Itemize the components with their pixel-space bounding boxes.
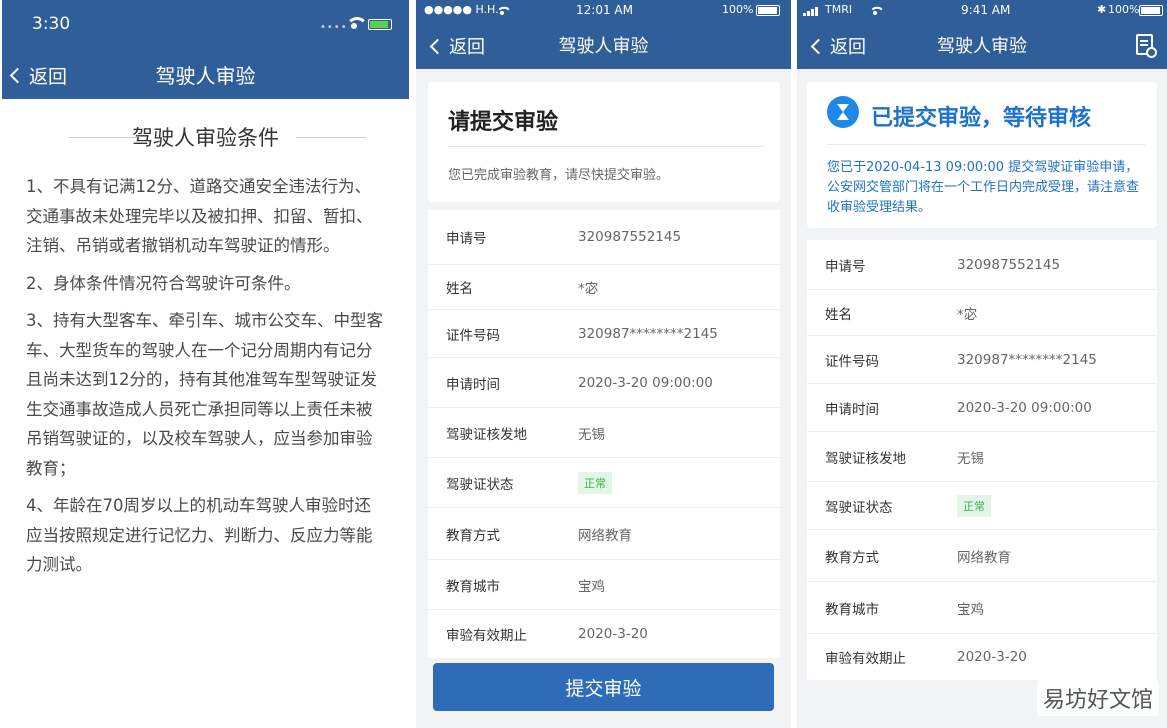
info-label: 教育城市: [446, 578, 500, 595]
panel-pending: TMRI 9:41 AM ✱ 100% 返回 驾驶人审验 已提交审验，等待审核 …: [797, 0, 1167, 728]
info-label: 教育城市: [825, 601, 879, 618]
info-row: 证件号码 320987********2145: [428, 310, 780, 358]
condition-item: 4、年龄在70周岁以上的机动车驾驶人审验时还应当按照规定进行记忆力、判断力、反应…: [26, 496, 373, 574]
info-row: 姓名 *宓: [428, 265, 780, 310]
submit-subtext: 您已完成审验教育，请尽快提交审验。: [448, 168, 670, 183]
info-row: 申请号 320987552145: [428, 210, 780, 265]
panel-submit: ●●●●● H.H. 12:01 AM 100% 返回 驾驶人审验 请提交审验 …: [416, 0, 791, 728]
submit-card: 请提交审验 您已完成审验教育，请尽快提交审验。: [428, 82, 780, 202]
page-title: 驾驶人审验: [937, 36, 1027, 57]
battery-icon: [756, 5, 780, 16]
status-time: 12:01 AM: [576, 3, 633, 17]
info-row: 姓名 *宓: [807, 290, 1157, 336]
signal-icon: [803, 6, 818, 16]
info-label: 驾驶证状态: [825, 499, 893, 516]
nav-header: ●●●●● H.H. 12:01 AM 100% 返回 驾驶人审验: [416, 0, 791, 69]
status-time: 3:30: [32, 14, 71, 34]
info-label: 证件号码: [825, 353, 879, 370]
info-row: 教育方式 网络教育: [428, 508, 780, 560]
document-clock-icon[interactable]: [1136, 34, 1157, 58]
info-value: 2020-3-20 09:00:00: [578, 374, 713, 391]
condition-item: 2、身体条件情况符合驾驶许可条件。: [26, 273, 301, 293]
info-value: 无锡: [957, 450, 984, 467]
bluetooth-icon: ✱: [1097, 3, 1107, 16]
info-value: 2020-3-20: [957, 649, 1027, 665]
wifi-icon: [496, 6, 512, 16]
divider: [448, 146, 764, 147]
conditions-title: 驾驶人审验条件: [132, 126, 279, 150]
info-label: 申请号: [446, 231, 487, 247]
watermark: 易坊好文馆: [1036, 680, 1159, 716]
status-carrier: ●●●●● H.H.: [424, 3, 499, 16]
info-row: 审验有效期止 2020-3-20: [428, 610, 780, 658]
status-badge: 正常: [578, 471, 612, 494]
info-value: 宝鸡: [578, 578, 605, 595]
info-label: 审验有效期止: [446, 628, 527, 644]
info-row: 驾驶证核发地 无锡: [807, 432, 1157, 482]
info-row: 申请时间 2020-3-20 09:00:00: [807, 384, 1157, 432]
wifi-icon: [346, 17, 368, 29]
pending-card: 已提交审验，等待审核 您已于2020-04-13 09:00:00 提交驾驶证审…: [807, 82, 1157, 228]
info-label: 教育方式: [825, 549, 879, 566]
hourglass-icon: [827, 96, 859, 128]
wifi-icon: [869, 6, 885, 16]
status-carrier: TMRI: [825, 3, 853, 16]
status-time: 9:41 AM: [961, 3, 1011, 17]
info-row: 教育城市 宝鸡: [428, 560, 780, 610]
info-value: 网络教育: [578, 527, 632, 544]
signal-dots-icon: ••••: [320, 22, 348, 33]
battery-icon: [1139, 5, 1163, 16]
submit-button[interactable]: 提交审验: [433, 663, 774, 711]
info-row: 申请时间 2020-3-20 09:00:00: [428, 358, 780, 408]
status-battery-text: 100%: [1108, 3, 1140, 16]
pending-heading: 已提交审验，等待审核: [871, 106, 1092, 131]
panel-conditions: 3:30 •••• 返回 驾驶人审验 驾驶人审验条件 1、不具有记满12分、道路…: [2, 0, 409, 728]
info-row: 驾驶证核发地 无锡: [428, 408, 780, 458]
info-label: 驾驶证核发地: [825, 450, 906, 467]
info-value: 宝鸡: [957, 601, 984, 618]
page-title: 驾驶人审验: [558, 36, 649, 57]
info-label: 教育方式: [446, 527, 500, 544]
info-row: 驾驶证状态 正常: [428, 458, 780, 508]
status-badge: 正常: [957, 494, 991, 517]
info-value: 320987********2145: [957, 351, 1097, 368]
info-list: 申请号 320987552145 姓名 *宓 证件号码 320987********2…: [428, 210, 780, 658]
info-value: *宓: [578, 281, 599, 297]
info-value: 320987552145: [578, 229, 682, 245]
status-battery-text: 100%: [722, 3, 754, 16]
info-row: 教育方式 网络教育: [807, 530, 1157, 582]
info-label: 审验有效期止: [825, 651, 906, 667]
nav-header: 3:30 •••• 返回 驾驶人审验: [2, 0, 409, 99]
info-label: 申请时间: [825, 401, 879, 418]
info-row: 审验有效期止 2020-3-20: [807, 634, 1157, 680]
info-label: 驾驶证核发地: [446, 426, 527, 443]
battery-icon: [368, 19, 392, 30]
page-title: 驾驶人审验: [155, 64, 256, 88]
info-label: 姓名: [825, 306, 852, 323]
submit-heading: 请提交审验: [448, 110, 559, 135]
info-value: 320987********2145: [578, 325, 718, 342]
info-value: 网络教育: [957, 549, 1011, 566]
info-label: 驾驶证状态: [446, 476, 514, 493]
info-value: *宓: [957, 306, 978, 323]
info-value: 无锡: [578, 426, 605, 443]
info-label: 申请时间: [446, 376, 500, 393]
divider: [827, 144, 1145, 145]
info-value: 2020-3-20: [578, 626, 648, 642]
info-label: 申请号: [825, 258, 866, 275]
condition-item: 1、不具有记满12分、道路交通安全违法行为、交通事故未处理完毕以及被扣押、扣留、…: [26, 177, 373, 255]
info-row: 申请号 320987552145: [807, 240, 1157, 290]
conditions-list: 1、不具有记满12分、道路交通安全违法行为、交通事故未处理完毕以及被扣押、扣留、…: [26, 172, 387, 588]
condition-item: 3、持有大型客车、牵引车、城市公交车、中型客车、大型货车的驾驶人在一个记分周期内…: [26, 311, 383, 478]
info-label: 证件号码: [446, 327, 500, 344]
pending-message: 您已于2020-04-13 09:00:00 提交驾驶证审验申请，公安网交管部门…: [827, 160, 1140, 215]
info-label: 姓名: [446, 281, 473, 297]
info-list: 申请号 320987552145 姓名 *宓 证件号码 320987********2…: [807, 240, 1157, 680]
info-value: 320987552145: [957, 256, 1061, 273]
nav-header: TMRI 9:41 AM ✱ 100% 返回 驾驶人审验: [797, 0, 1167, 69]
info-row: 证件号码 320987********2145: [807, 336, 1157, 384]
info-row: 驾驶证状态 正常: [807, 482, 1157, 530]
info-value: 2020-3-20 09:00:00: [957, 399, 1092, 416]
info-row: 教育城市 宝鸡: [807, 582, 1157, 634]
